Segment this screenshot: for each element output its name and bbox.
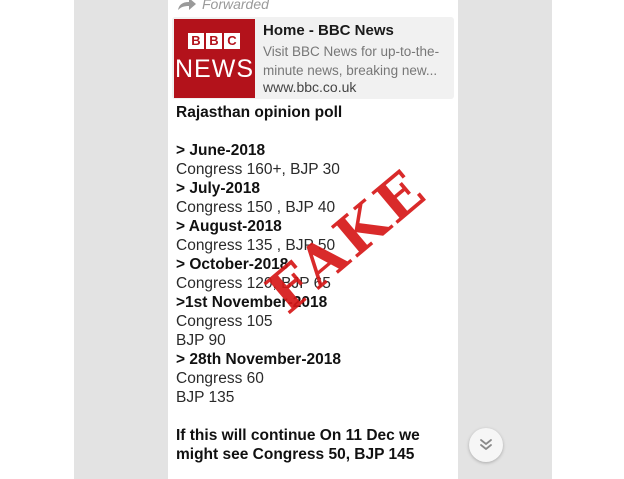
- poll-result-line: BJP 90: [176, 332, 226, 349]
- side-background-left: [74, 0, 168, 479]
- forward-arrow-icon: [178, 0, 196, 10]
- message-footer: If this will continue On 11 Dec we might…: [176, 427, 420, 463]
- double-chevron-down-icon: [480, 439, 492, 450]
- poll-result-line: Congress 60: [176, 370, 264, 387]
- forwarded-header: Forwarded: [178, 0, 269, 12]
- bbc-logo-letter-box: C: [224, 33, 240, 49]
- link-preview-url: www.bbc.co.uk: [263, 79, 357, 95]
- side-background-right: [458, 0, 552, 479]
- poll-result-line: Congress 105: [176, 313, 273, 330]
- forwarded-label: Forwarded: [202, 0, 269, 12]
- scroll-down-button[interactable]: [469, 428, 503, 462]
- bbc-logo-news-word: NEWS: [175, 55, 254, 83]
- poll-date-line: > June-2018: [176, 142, 266, 159]
- poll-result-line: BJP 135: [176, 389, 235, 406]
- bbc-logo-letter-box: B: [206, 33, 222, 49]
- message-heading: Rajasthan opinion poll: [176, 104, 343, 121]
- link-preview-card[interactable]: BBC NEWS Home - BBC News Visit BBC News …: [172, 17, 454, 99]
- link-preview-description: Visit BBC News for up-to-the-minute news…: [263, 44, 440, 78]
- link-preview-title: Home - BBC News: [263, 22, 394, 39]
- poll-date-line: > 28th November-2018: [176, 351, 341, 368]
- bbc-logo-letter-box: B: [188, 33, 204, 49]
- bbc-news-logo: BBC NEWS: [174, 19, 255, 98]
- bbc-logo-letters: BBC: [188, 33, 240, 49]
